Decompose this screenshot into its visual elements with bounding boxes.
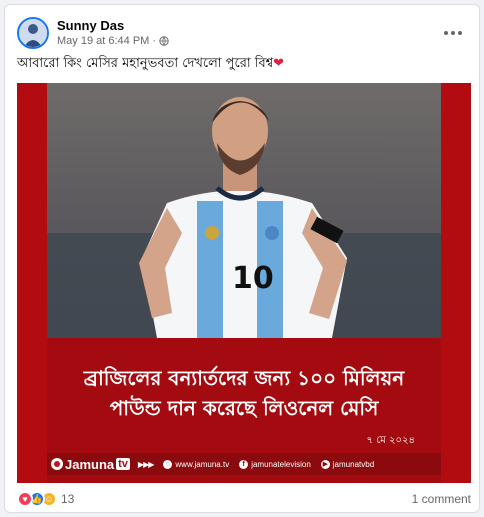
brand-link-text: jamunatelevision bbox=[251, 459, 311, 469]
brand-link-web: ◌ www.jamuna.tv bbox=[163, 459, 230, 469]
post-meta: Sunny Das May 19 at 6:44 PM · bbox=[57, 18, 169, 48]
reaction-count: 13 bbox=[61, 492, 75, 506]
author-name[interactable]: Sunny Das bbox=[57, 18, 169, 34]
brand-link-text: www.jamuna.tv bbox=[175, 459, 230, 469]
globe-icon bbox=[159, 36, 169, 46]
youtube-icon: ▶ bbox=[320, 459, 330, 469]
avatar-image bbox=[19, 19, 47, 47]
headline-line-2: পাউন্ড দান করেছে লিওনেল মেসি bbox=[109, 396, 379, 420]
post-date[interactable]: May 19 at 6:44 PM bbox=[57, 34, 149, 48]
post-header: Sunny Das May 19 at 6:44 PM · bbox=[17, 15, 467, 51]
arrows-icon: ▶▶▶ bbox=[137, 459, 155, 469]
brand-link-facebook: f jamunatelevision bbox=[239, 459, 311, 469]
player-photo: 10 bbox=[47, 83, 441, 338]
globe-icon: ◌ bbox=[163, 459, 173, 469]
more-horizontal-icon bbox=[444, 31, 448, 35]
comment-count-link[interactable]: 1 comment bbox=[412, 492, 471, 506]
more-dot bbox=[451, 31, 455, 35]
more-dot bbox=[458, 31, 462, 35]
caption-text: আবারো কিং মেসির মহানুভবতা দেখলো পুরো বিশ… bbox=[17, 56, 274, 71]
post-caption: আবারো কিং মেসির মহানুভবতা দেখলো পুরো বিশ… bbox=[17, 55, 284, 73]
more-options-button[interactable] bbox=[439, 19, 467, 47]
news-headline: ব্রাজিলের বন্যার্তদের জন্য ১০০ মিলিয়ন প… bbox=[47, 363, 441, 423]
post-image[interactable]: 10 ব্রাজিলের বন্যার্তদের জন্য ১০০ মিলিয়… bbox=[17, 83, 471, 483]
reactions-summary[interactable]: ♥ 👍 ☺ 13 bbox=[17, 491, 74, 507]
post-footer: ♥ 👍 ☺ 13 1 comment bbox=[17, 489, 471, 509]
post-card: Sunny Das May 19 at 6:44 PM · আবারো কিং … bbox=[4, 4, 480, 513]
news-card: 10 ব্রাজিলের বন্যার্তদের জন্য ১০০ মিলিয়… bbox=[47, 83, 441, 483]
logo-mark-icon bbox=[51, 458, 63, 470]
post-subline: May 19 at 6:44 PM · bbox=[57, 34, 169, 48]
avatar[interactable] bbox=[17, 17, 49, 49]
brand-bar: Jamuna tv ▶▶▶ ◌ www.jamuna.tv f jamunate… bbox=[47, 453, 441, 475]
brand-link-youtube: ▶ jamunatvbd bbox=[320, 459, 375, 469]
brand-name: Jamuna bbox=[65, 456, 115, 472]
headline-line-1: ব্রাজিলের বন্যার্তদের জন্য ১০০ মিলিয়ন bbox=[83, 366, 405, 390]
svg-text:10: 10 bbox=[232, 261, 274, 296]
jamuna-logo: Jamuna tv bbox=[51, 457, 130, 472]
news-date: ৭ মে ২০২৪ bbox=[366, 435, 415, 446]
brand-tv: tv bbox=[116, 458, 130, 470]
facebook-icon: f bbox=[239, 459, 249, 469]
brand-link-text: jamunatvbd bbox=[332, 459, 375, 469]
love-reaction-icon: ♥ bbox=[17, 491, 33, 507]
separator: · bbox=[152, 35, 156, 47]
heart-emoji: ❤ bbox=[273, 56, 285, 71]
